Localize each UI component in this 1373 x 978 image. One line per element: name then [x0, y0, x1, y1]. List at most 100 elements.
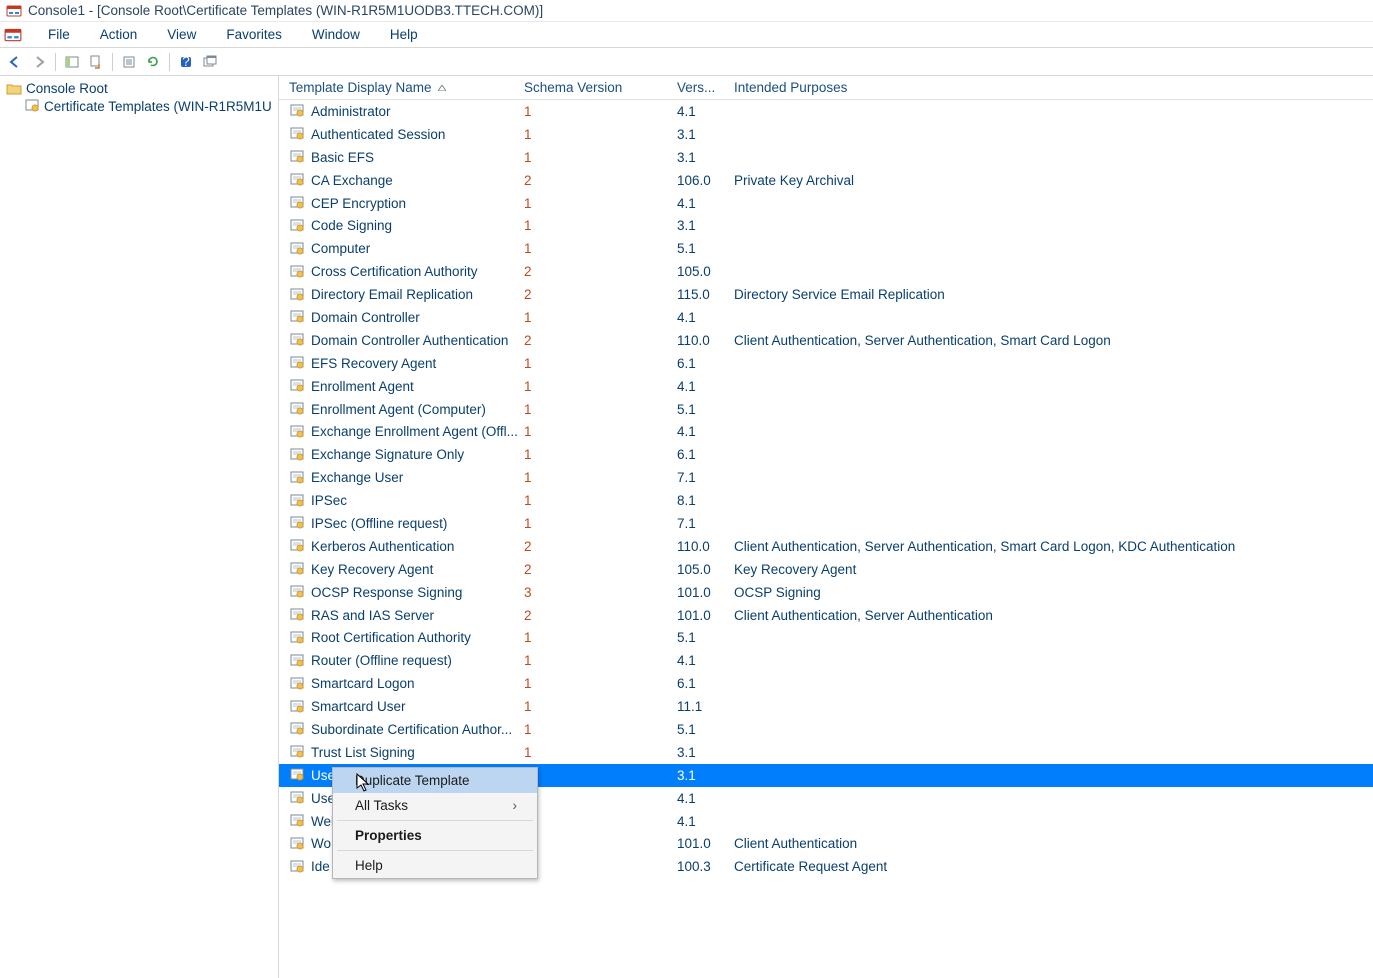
cell-version: 105.0: [671, 562, 728, 577]
menu-favorites[interactable]: Favorites: [220, 25, 288, 44]
cert-template-icon: [289, 401, 305, 417]
cert-template-icon: [289, 493, 305, 509]
table-row[interactable]: Directory Email Replication 2 115.0 Dire…: [279, 283, 1373, 306]
cell-name: Administrator: [283, 103, 518, 119]
menu-file[interactable]: File: [42, 25, 76, 44]
table-row[interactable]: Smartcard Logon 1 6.1: [279, 672, 1373, 695]
table-row[interactable]: Authenticated Session 1 3.1: [279, 123, 1373, 146]
row-name: Administrator: [311, 104, 391, 119]
cell-version: 7.1: [671, 470, 728, 485]
cell-schema: 2: [518, 562, 671, 577]
cert-template-icon: [289, 515, 305, 531]
table-row[interactable]: Exchange Enrollment Agent (Offl... 1 4.1: [279, 420, 1373, 443]
table-row[interactable]: Domain Controller Authentication 2 110.0…: [279, 329, 1373, 352]
table-row[interactable]: Domain Controller 1 4.1: [279, 306, 1373, 329]
cell-name: Exchange Signature Only: [283, 447, 518, 463]
row-name: Smartcard Logon: [311, 676, 415, 691]
table-row[interactable]: Smartcard User 1 11.1: [279, 695, 1373, 718]
table-row[interactable]: CA Exchange 2 106.0 Private Key Archival: [279, 169, 1373, 192]
table-row[interactable]: IPSec (Offline request) 1 7.1: [279, 512, 1373, 535]
table-row[interactable]: CEP Encryption 1 4.1: [279, 192, 1373, 215]
toolbar-separator: [169, 53, 170, 71]
tree-root[interactable]: Console Root: [0, 80, 278, 97]
row-name: Domain Controller Authentication: [311, 333, 508, 348]
column-name[interactable]: Template Display Name: [283, 78, 518, 97]
properties-button[interactable]: [118, 51, 140, 73]
column-schema[interactable]: Schema Version: [518, 78, 671, 97]
context-menu-item[interactable]: All Tasks›: [333, 793, 537, 818]
column-purposes[interactable]: Intended Purposes: [728, 78, 1373, 97]
table-row[interactable]: Exchange User 1 7.1: [279, 466, 1373, 489]
cell-schema: 1: [518, 241, 671, 256]
cell-schema: 1: [518, 424, 671, 439]
table-row[interactable]: RAS and IAS Server 2 101.0 Client Authen…: [279, 604, 1373, 627]
cell-version: 110.0: [671, 333, 728, 348]
export-list-button[interactable]: [85, 51, 107, 73]
sort-asc-icon: [438, 85, 446, 91]
row-name: Wel: [311, 814, 334, 829]
cell-purposes: Private Key Archival: [728, 173, 1373, 188]
row-name: Smartcard User: [311, 699, 406, 714]
back-button[interactable]: [4, 51, 26, 73]
cell-version: 6.1: [671, 356, 728, 371]
help-button[interactable]: ?: [175, 51, 197, 73]
new-window-button[interactable]: [199, 51, 221, 73]
cell-schema: 1: [518, 447, 671, 462]
table-row[interactable]: Kerberos Authentication 2 110.0 Client A…: [279, 535, 1373, 558]
table-row[interactable]: Subordinate Certification Author... 1 5.…: [279, 718, 1373, 741]
table-row[interactable]: Trust List Signing 1 3.1: [279, 741, 1373, 764]
cell-version: 5.1: [671, 722, 728, 737]
row-name: IPSec: [311, 493, 347, 508]
row-name: Computer: [311, 241, 370, 256]
cell-version: 4.1: [671, 814, 728, 829]
cell-name: EFS Recovery Agent: [283, 355, 518, 371]
tree-cert-templates[interactable]: Certificate Templates (WIN-R1R5M1U: [0, 97, 278, 115]
refresh-button[interactable]: [142, 51, 164, 73]
cell-schema: 2: [518, 539, 671, 554]
menu-action[interactable]: Action: [94, 25, 144, 44]
main-split: Console Root Certificate Templates (WIN-…: [0, 76, 1373, 978]
cell-name: Cross Certification Authority: [283, 264, 518, 280]
cert-template-icon: [289, 218, 305, 234]
mmc-icon: [4, 26, 22, 44]
table-row[interactable]: Basic EFS 1 3.1: [279, 146, 1373, 169]
table-row[interactable]: Cross Certification Authority 2 105.0: [279, 260, 1373, 283]
table-row[interactable]: OCSP Response Signing 3 101.0 OCSP Signi…: [279, 581, 1373, 604]
table-row[interactable]: IPSec 1 8.1: [279, 489, 1373, 512]
row-name: Ide: [311, 859, 330, 874]
menu-window[interactable]: Window: [306, 25, 366, 44]
context-menu-item[interactable]: Duplicate Template: [333, 768, 537, 793]
table-row[interactable]: Router (Offline request) 1 4.1: [279, 649, 1373, 672]
table-row[interactable]: Code Signing 1 3.1: [279, 214, 1373, 237]
cell-schema: 1: [518, 402, 671, 417]
context-menu-item[interactable]: Properties: [333, 823, 537, 848]
table-row[interactable]: Key Recovery Agent 2 105.0 Key Recovery …: [279, 558, 1373, 581]
menu-view[interactable]: View: [161, 25, 202, 44]
table-row[interactable]: Administrator 1 4.1: [279, 100, 1373, 123]
cell-name: Enrollment Agent: [283, 378, 518, 394]
cell-schema: 1: [518, 379, 671, 394]
cert-template-icon: [289, 538, 305, 554]
column-version[interactable]: Vers...: [671, 78, 728, 97]
table-row[interactable]: Root Certification Authority 1 5.1: [279, 626, 1373, 649]
cell-version: 3.1: [671, 768, 728, 783]
context-menu[interactable]: Duplicate TemplateAll Tasks› Properties He…: [332, 767, 538, 879]
tree-pane[interactable]: Console Root Certificate Templates (WIN-…: [0, 76, 279, 978]
forward-button[interactable]: [28, 51, 50, 73]
cell-version: 11.1: [671, 699, 728, 714]
cell-version: 4.1: [671, 196, 728, 211]
row-name: Cross Certification Authority: [311, 264, 478, 279]
cell-version: 101.0: [671, 585, 728, 600]
context-menu-item[interactable]: Help: [333, 853, 537, 878]
row-name: CA Exchange: [311, 173, 393, 188]
row-name: Exchange Signature Only: [311, 447, 464, 462]
table-row[interactable]: Enrollment Agent (Computer) 1 5.1: [279, 398, 1373, 421]
table-row[interactable]: Computer 1 5.1: [279, 237, 1373, 260]
menu-help[interactable]: Help: [384, 25, 424, 44]
table-row[interactable]: Exchange Signature Only 1 6.1: [279, 443, 1373, 466]
cell-schema: 1: [518, 470, 671, 485]
show-hide-tree-button[interactable]: [61, 51, 83, 73]
table-row[interactable]: Enrollment Agent 1 4.1: [279, 375, 1373, 398]
cell-schema: 3: [518, 585, 671, 600]
table-row[interactable]: EFS Recovery Agent 1 6.1: [279, 352, 1373, 375]
